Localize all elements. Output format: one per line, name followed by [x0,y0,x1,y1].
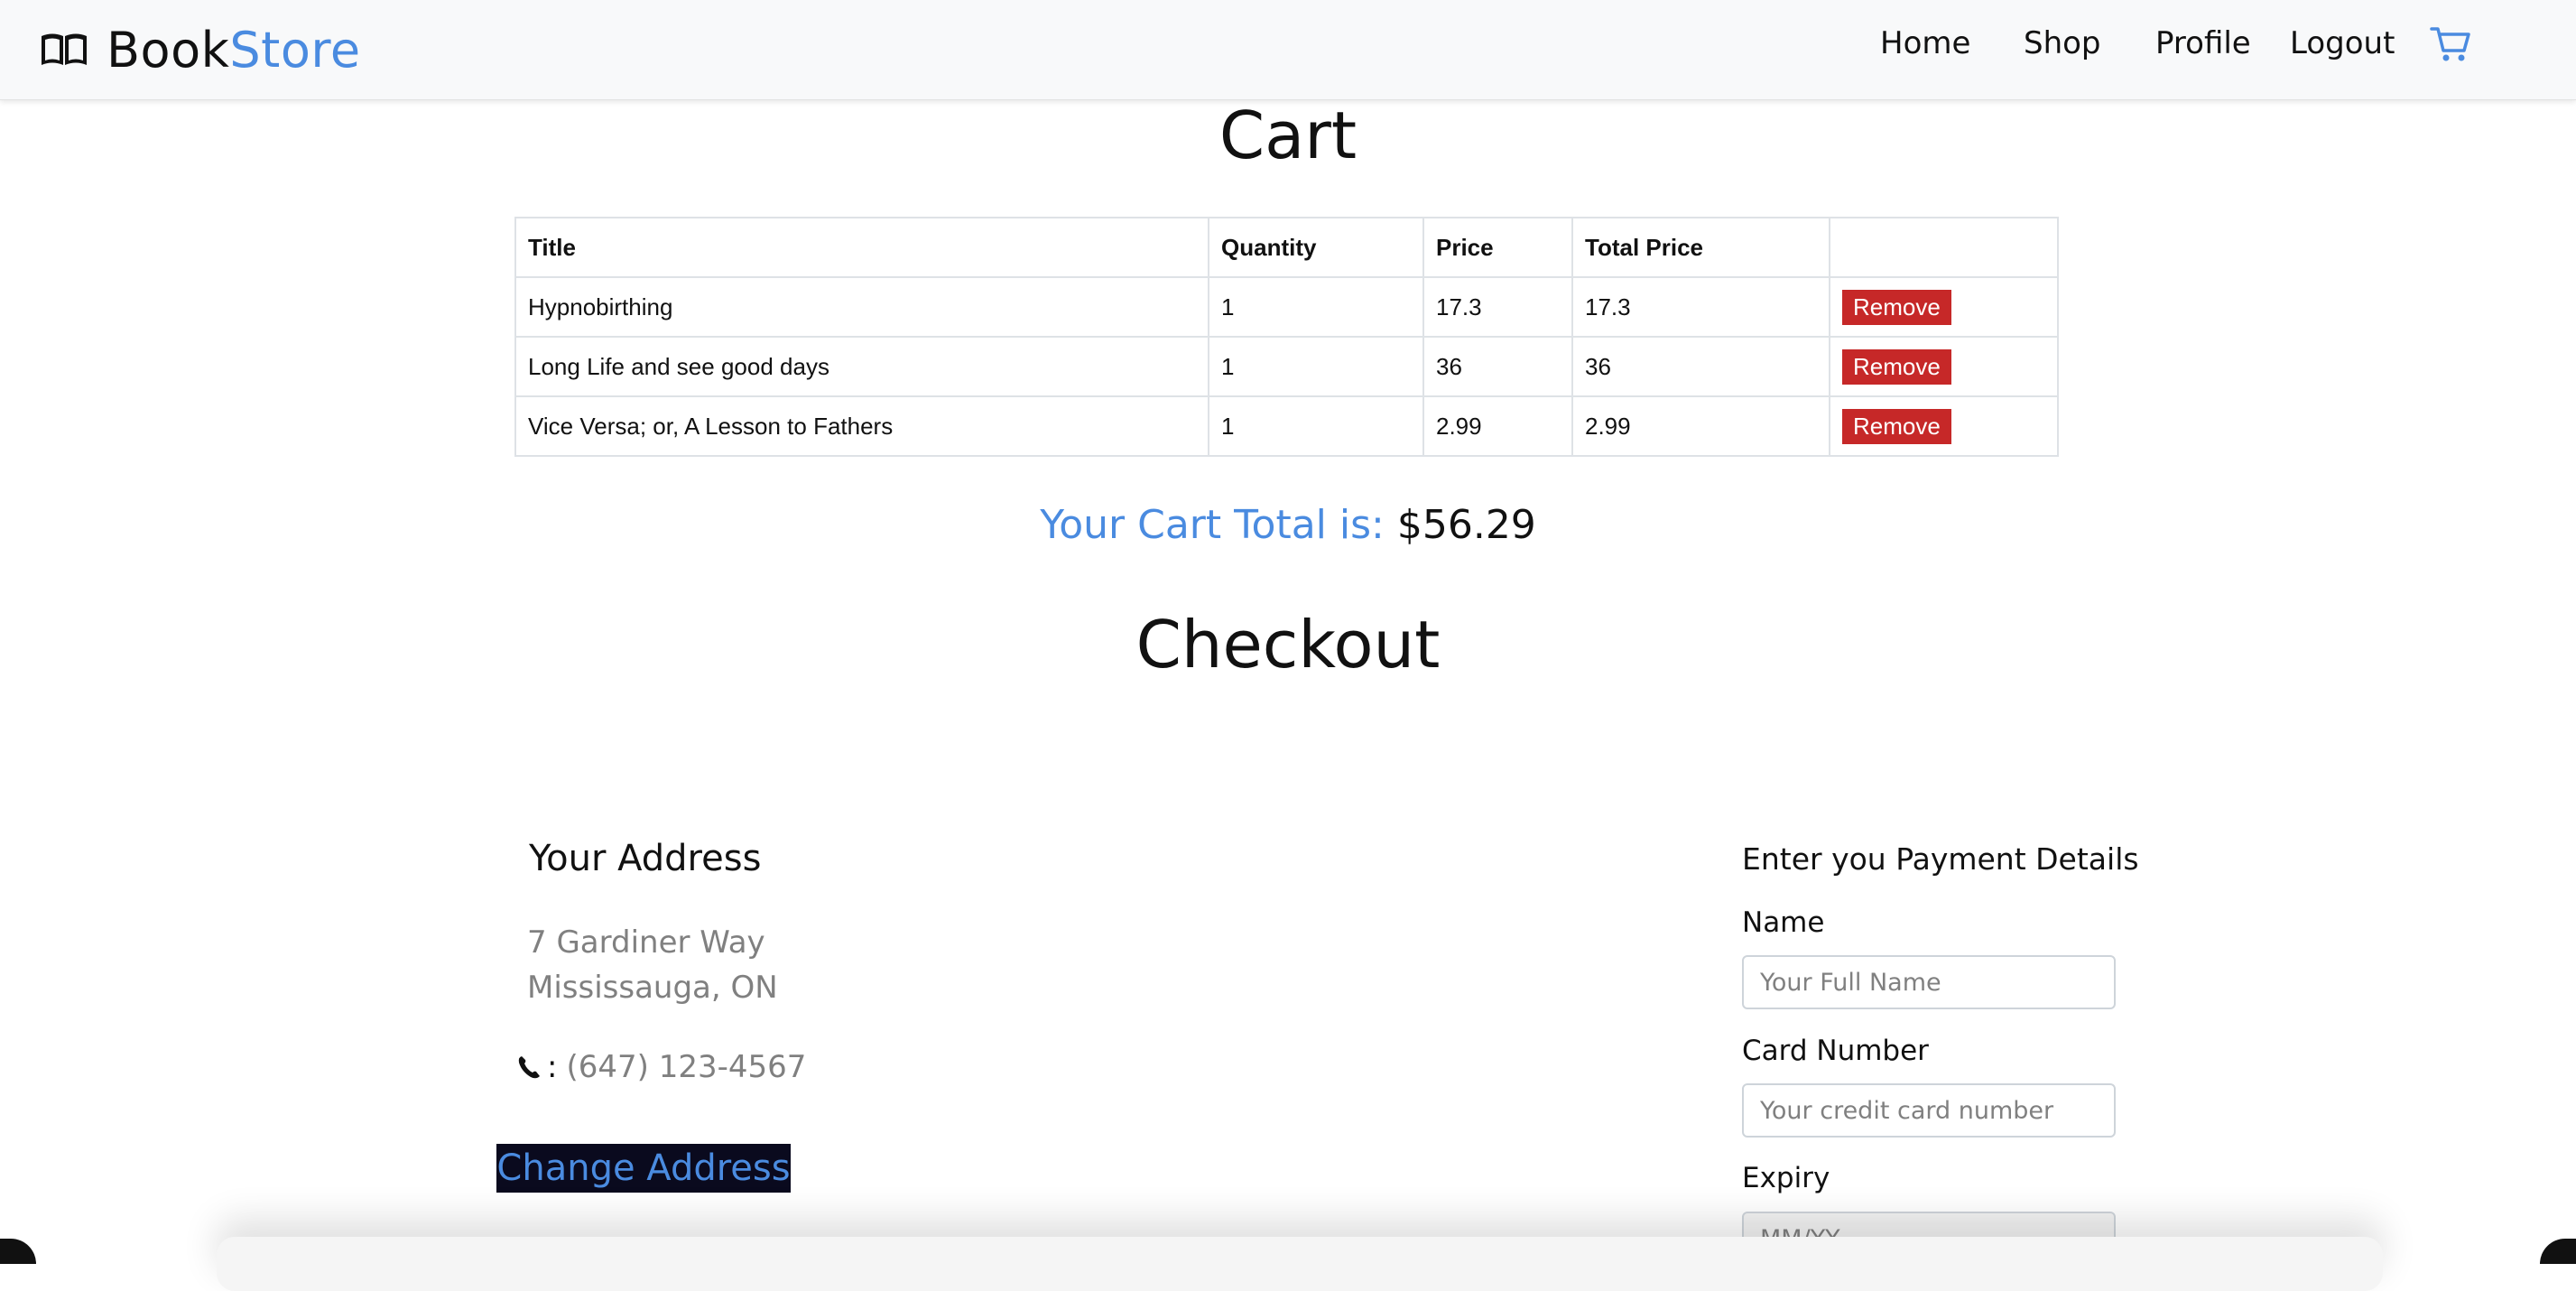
payment-heading: Enter you Payment Details [1742,841,2139,877]
open-book-icon [42,33,87,65]
checkout-title: Checkout [1135,607,1441,683]
cell-action: Remove [1829,395,2059,457]
cell-title: Vice Versa; or, A Lesson to Fathers [514,395,1209,457]
column-header-price: Price [1422,217,1573,278]
cell-price: 17.3 [1422,276,1573,338]
cell-price: 36 [1422,336,1573,397]
cell-price: 2.99 [1422,395,1573,457]
cell-total: 36 [1571,336,1830,397]
cell-quantity: 1 [1208,276,1424,338]
cart-total-label: Your Cart Total is: [1040,502,1385,548]
name-field[interactable] [1742,955,2116,1009]
phone-separator: : [547,1049,558,1085]
remove-button[interactable]: Remove [1842,408,1951,444]
cell-action: Remove [1829,276,2059,338]
cell-quantity: 1 [1208,336,1424,397]
phone-number: (647) 123-4567 [566,1049,807,1085]
nav-profile[interactable]: Profile [2155,22,2251,65]
card-number-label: Card Number [1742,1035,1929,1067]
cart-total-value: $56.29 [1396,502,1536,548]
change-address-button[interactable]: Change Address [496,1144,791,1193]
cell-title: Hypnobirthing [514,276,1209,338]
brand-logo[interactable]: BookStore [40,18,361,81]
table-header-row: Title Quantity Price Total Price [514,217,2059,278]
column-header-total: Total Price [1571,217,1830,278]
nav-logout[interactable]: Logout [2290,22,2395,65]
window-corner-left [0,1239,36,1264]
cart-title: Cart [1219,98,1357,173]
brand-name-part2: Store [229,21,361,79]
column-header-title: Title [514,217,1209,278]
table-row: Hypnobirthing 1 17.3 17.3 Remove [514,276,2059,338]
address-heading: Your Address [529,838,762,879]
name-label: Name [1742,906,1825,939]
cell-action: Remove [1829,336,2059,397]
cell-total: 17.3 [1571,276,1830,338]
cell-quantity: 1 [1208,395,1424,457]
address-line2: Mississauga, ON [527,970,778,1006]
brand-name-part1: Book [107,21,230,79]
cart-table: Title Quantity Price Total Price Hypnobi… [514,217,2059,457]
column-header-quantity: Quantity [1208,217,1424,278]
expiry-label: Expiry [1742,1162,1830,1194]
card-number-field[interactable] [1742,1083,2116,1138]
window-corner-right [2540,1239,2576,1264]
cell-total: 2.99 [1571,395,1830,457]
nav-shop[interactable]: Shop [2024,22,2101,65]
table-row: Vice Versa; or, A Lesson to Fathers 1 2.… [514,395,2059,457]
nav-home[interactable]: Home [1880,22,1970,65]
phone-icon [518,1056,540,1079]
remove-button[interactable]: Remove [1842,289,1951,325]
cart-total: Your Cart Total is: $56.29 [0,502,2576,548]
column-header-action [1829,217,2059,278]
shopping-cart-icon[interactable] [2430,25,2471,63]
remove-button[interactable]: Remove [1842,348,1951,385]
bottom-panel-shadow [217,1237,2383,1291]
phone-row: : (647) 123-4567 [516,1049,806,1085]
address-line1: 7 Gardiner Way [527,924,765,961]
navbar: BookStore Home Shop Profile Logout [0,0,2576,100]
table-row: Long Life and see good days 1 36 36 Remo… [514,336,2059,397]
cell-title: Long Life and see good days [514,336,1209,397]
